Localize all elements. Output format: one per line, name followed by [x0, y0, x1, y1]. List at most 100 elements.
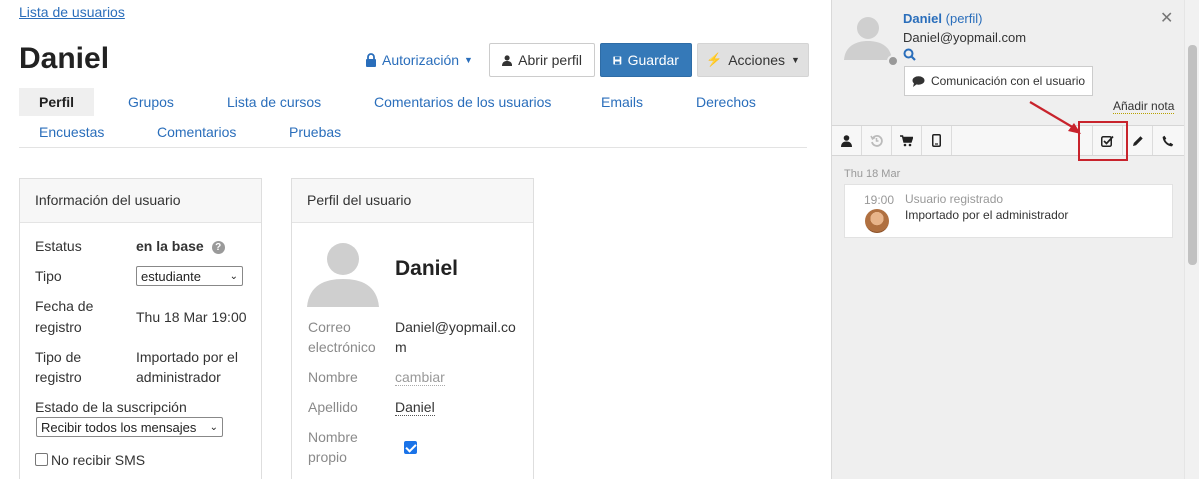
last-name-label: Apellido	[308, 399, 358, 415]
actions-label: Acciones	[728, 52, 786, 68]
caret-down-icon: ▼	[464, 55, 473, 65]
sidebar-scrollbar[interactable]	[1184, 0, 1199, 479]
first-name-label: Nombre	[308, 369, 358, 385]
reg-date-value: Thu 18 Mar 19:00	[136, 309, 247, 325]
tab-rights[interactable]: Derechos	[696, 94, 756, 110]
own-name-label-2: propio	[308, 449, 347, 465]
actions-dropdown[interactable]: ⚡ Acciones ▼	[696, 43, 809, 77]
user-info-title: Información del usuario	[20, 179, 261, 223]
avatar-placeholder-icon	[844, 17, 892, 60]
close-icon[interactable]: ✕	[1160, 8, 1173, 28]
tab-bar: Perfil Grupos Lista de cursos Comentario…	[19, 88, 807, 148]
main-content: Lista de usuarios Daniel Autorización ▼ …	[0, 0, 831, 479]
tab-groups[interactable]: Grupos	[128, 94, 174, 110]
page-title: Daniel	[19, 42, 110, 75]
online-status-dot	[887, 55, 899, 67]
first-name-wrap: cambiar	[395, 367, 445, 387]
tab-tests[interactable]: Pruebas	[289, 124, 341, 140]
chevron-down-icon: ⌄	[229, 270, 238, 282]
tab-user-comments[interactable]: Comentarios de los usuarios	[374, 94, 551, 110]
tab-mobile[interactable]	[922, 126, 952, 155]
tab-comments[interactable]: Comentarios	[157, 124, 236, 140]
status-value: en la base	[136, 238, 204, 254]
event-title: Usuario registrado	[905, 192, 1004, 206]
tab-user[interactable]	[832, 126, 862, 155]
timeline-event: 19:00 Usuario registrado Importado por e…	[844, 184, 1173, 238]
user-profile-title: Perfil del usuario	[292, 179, 533, 223]
lock-icon	[366, 53, 376, 67]
reg-type-label-2: registro	[35, 369, 82, 385]
subscription-select[interactable]: Recibir todos los mensajes ⌄	[36, 417, 223, 437]
first-name-edit-link[interactable]: cambiar	[395, 369, 445, 386]
phone-icon	[1162, 135, 1173, 146]
own-name-checkbox[interactable]	[404, 441, 417, 454]
scrollbar-thumb[interactable]	[1188, 45, 1197, 265]
tab-history[interactable]	[862, 126, 892, 155]
chevron-down-icon: ⌄	[209, 421, 218, 433]
chat-icon	[912, 75, 925, 87]
highlight-box	[1078, 121, 1128, 161]
reg-type-value-2: administrador	[136, 369, 221, 385]
subscription-label: Estado de la suscripción	[35, 399, 187, 415]
event-time: 19:00	[864, 193, 895, 207]
email-label-2: electrónico	[308, 339, 376, 355]
pencil-icon	[1132, 135, 1143, 146]
mobile-icon	[932, 134, 941, 147]
history-icon	[870, 135, 883, 147]
admin-avatar	[865, 209, 889, 233]
type-select[interactable]: estudiante ⌄	[136, 266, 243, 286]
user-info-panel: Información del usuario Estatus en la ba…	[19, 178, 262, 479]
add-note-link[interactable]: Añadir nota	[1113, 99, 1175, 114]
sidebar-user-name: Daniel (perfil)	[903, 11, 982, 26]
status-value-wrap: en la base?	[136, 236, 225, 256]
breadcrumb-user-list[interactable]: Lista de usuarios	[19, 4, 125, 20]
last-name-edit-link[interactable]: Daniel	[395, 399, 435, 416]
type-select-value: estudiante	[141, 268, 201, 284]
event-description: Importado por el administrador	[905, 208, 1069, 222]
status-label: Estatus	[35, 238, 82, 254]
help-icon[interactable]: ?	[211, 241, 225, 254]
email-label-1: Correo	[308, 319, 351, 335]
timeline-date: Thu 18 Mar	[844, 168, 901, 180]
user-profile-panel: Perfil del usuario Daniel Correo electró…	[291, 178, 534, 479]
user-icon	[841, 134, 852, 147]
user-icon	[501, 54, 513, 66]
tab-cart[interactable]	[892, 126, 922, 155]
own-name-label-1: Nombre	[308, 429, 358, 445]
sidebar-profile-link[interactable]: (perfil)	[946, 11, 983, 26]
reg-date-label-1: Fecha de	[35, 298, 94, 314]
no-sms-checkbox[interactable]	[35, 453, 48, 466]
email-value-1: Daniel@yopmail.co	[395, 319, 516, 335]
no-sms-row[interactable]: No recibir SMS	[35, 450, 145, 470]
subscription-select-value: Recibir todos los mensajes	[41, 419, 197, 435]
avatar-placeholder-icon	[307, 243, 379, 307]
tab-course-list[interactable]: Lista de cursos	[227, 94, 321, 110]
authorization-dropdown[interactable]: Autorización ▼	[365, 52, 473, 68]
no-sms-label: No recibir SMS	[51, 452, 146, 468]
reg-type-value-1: Importado por el	[136, 349, 238, 365]
save-label: Guardar	[627, 52, 679, 68]
sidebar-icon-bar	[832, 125, 1185, 156]
user-sidebar: Daniel (perfil) Daniel@yopmail.com ✕ Com…	[831, 0, 1199, 479]
floppy-icon	[613, 56, 622, 64]
authorization-label: Autorización	[382, 52, 460, 68]
tab-calls[interactable]	[1152, 126, 1182, 155]
open-profile-button[interactable]: Abrir perfil	[488, 43, 595, 77]
bolt-icon: ⚡	[706, 52, 723, 67]
type-label: Tipo	[35, 268, 62, 284]
search-icon[interactable]	[903, 48, 916, 61]
sidebar-email: Daniel@yopmail.com	[903, 30, 1027, 45]
profile-name: Daniel	[395, 257, 459, 280]
tab-emails[interactable]: Emails	[601, 94, 643, 110]
reg-type-label-1: Tipo de	[35, 349, 82, 365]
communication-button[interactable]: Comunicación con el usuario	[904, 66, 1093, 96]
reg-date-label-2: registro	[35, 319, 82, 335]
caret-down-icon: ▼	[791, 55, 800, 65]
save-button[interactable]: Guardar	[599, 43, 692, 77]
sidebar-name-link[interactable]: Daniel	[903, 11, 942, 26]
tab-surveys[interactable]: Encuestas	[39, 124, 104, 140]
annotation-arrow-icon	[1029, 101, 1081, 134]
tab-profile[interactable]: Perfil	[19, 88, 95, 116]
communication-label: Comunicación con el usuario	[930, 74, 1086, 88]
open-profile-label: Abrir perfil	[518, 52, 582, 68]
